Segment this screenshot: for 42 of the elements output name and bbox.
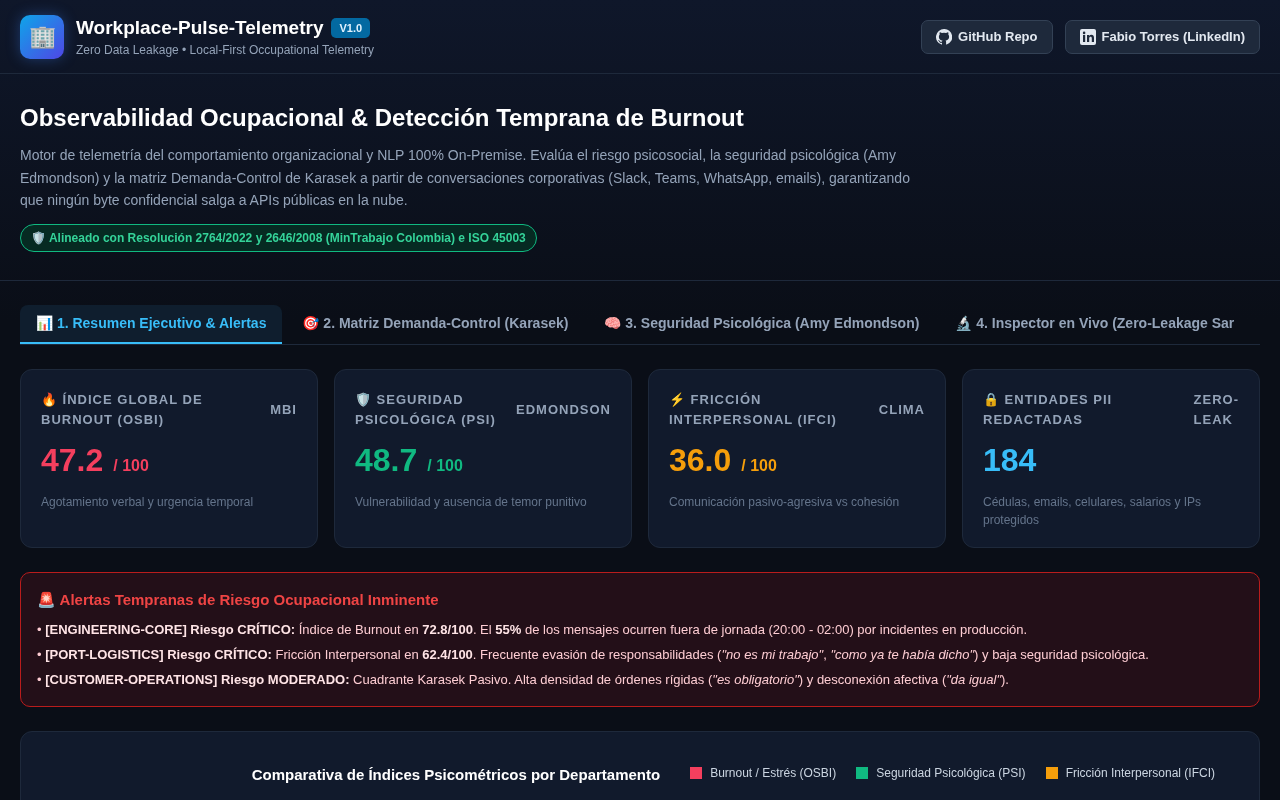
alerts-title: 🚨 Alertas Tempranas de Riesgo Ocupacional Inminente <box>37 590 440 609</box>
github-link-button[interactable]: GitHub Repo <box>921 19 1053 54</box>
metric-label: 🔥 ÍNDICE GLOBAL DE BURNOUT (OSBI) <box>41 390 204 429</box>
metric-description: Comunicación pasivo-agresiva vs cohesión <box>669 493 901 511</box>
metric-description: Cédulas, emails, celulares, salarios y IPs protegidos <box>983 493 1203 529</box>
metric-label: ⚡ FRICCIÓN INTERPERSONAL (IFCI) <box>669 390 838 429</box>
tab[interactable]: 📊 1. Resumen Ejecutivo & Alertas <box>20 304 283 344</box>
legend-item: Burnout / Estrés (OSBI) <box>690 765 837 780</box>
alert-item: • [PORT-LOGISTICS] Riesgo CRÍTICO: Fricción Interpersonal en 62.4/100. Frecuente evasión de responsabilidades ("no es mi trabajo", "como ya te había dicho") y baja seguridad psicológica. <box>37 645 1150 664</box>
metric-value: 48.7 <box>355 441 418 479</box>
alert-item: • [ENGINEERING-CORE] Riesgo CRÍTICO: Índice de Burnout en 72.8/100. El 55% de los mensajes ocurren fuera de jornada (20:00 - 02:00) por incidentes en producción. <box>37 620 1029 639</box>
metric-description: Vulnerabilidad y ausencia de temor punitivo <box>355 493 588 511</box>
compliance-badge: 🛡 Alineado con Resolución 2764/2022 y 2646/2008 (MinTrabajo Colombia) e ISO 45003 <box>20 223 537 252</box>
chart-title: Comparativa de Índices Psicométricos por Departamento <box>251 765 661 783</box>
metric-label: 🔒 ENTIDADES PII REDACTADAS <box>983 390 1114 429</box>
page-heading: Observabilidad Ocupacional & Detección Temprana de Burnout <box>20 104 745 132</box>
legend-item: Fricción Interpersonal (IFCI) <box>1045 765 1215 780</box>
alert-item: • [CUSTOMER-OPERATIONS] Riesgo MODERADO: Cuadrante Karasek Pasivo. Alta densidad de órdenes rígidas ("es obligatorio") y desconexión afectiva ("da igual"). <box>37 670 1010 689</box>
github-icon <box>936 28 953 45</box>
metric-scale: / 100 <box>427 456 463 475</box>
tab[interactable]: 🧠 3. Seguridad Psicológica (Amy Edmondson) <box>588 304 936 344</box>
metric-description: Agotamiento verbal y urgencia temporal <box>41 493 255 511</box>
metric-value: 47.2 <box>41 441 104 479</box>
metric-tag: MBI <box>270 399 297 420</box>
metric-value: 184 <box>983 441 1037 479</box>
app-subtitle: Zero Data Leakage • Local-First Occupational Telemetry <box>76 42 375 57</box>
linkedin-icon <box>1079 28 1096 45</box>
page-description: Motor de telemetría del comportamiento organizacional y NLP 100% On-Premise. Evalúa el riesgo psicosocial, la seguridad psicológica (Amy Edmondson) y la matriz Demanda-Control de Karasek a partir de conversaciones corporativas (Slack, Teams, WhatsApp, emails), garantizando que ningún byte confidencial salga a APIs públicas en la nube. <box>20 146 911 210</box>
metric-tag: EDMONDSON <box>516 399 611 420</box>
metric-label: 🛡 SEGURIDAD PSICOLÓGICA (PSI) <box>355 390 497 429</box>
app-logo: 🏢 <box>20 14 64 59</box>
version-badge: V1.0 <box>331 17 371 38</box>
tab[interactable]: 🎯 2. Matriz Demanda-Control (Karasek) <box>286 304 585 344</box>
metric-tag: CLIMA <box>878 399 925 420</box>
metric-scale: / 100 <box>113 456 149 475</box>
metric-tag: ZERO-LEAK <box>1193 389 1239 430</box>
linkedin-link-button[interactable]: Fabio Torres (LinkedIn) <box>1064 19 1260 54</box>
metric-scale: / 100 <box>741 456 777 475</box>
tab[interactable]: 🔬 4. Inspector en Vivo (Zero-Leakage Sar <box>939 304 1251 344</box>
metric-value: 36.0 <box>669 441 732 479</box>
legend-item: Seguridad Psicológica (PSI) <box>856 765 1026 780</box>
app-title: Workplace-Pulse-Telemetry <box>76 16 324 39</box>
